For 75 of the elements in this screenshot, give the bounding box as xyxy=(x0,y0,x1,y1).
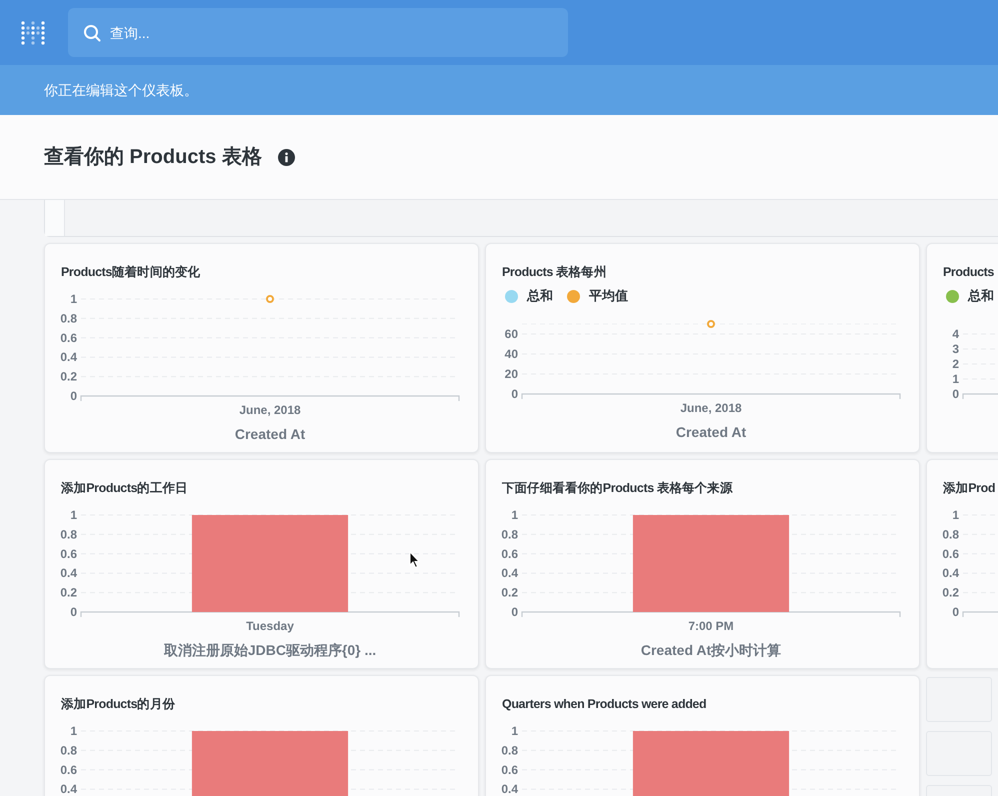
axis-tick-label: 0.2 xyxy=(60,586,77,600)
bar[interactable] xyxy=(192,731,348,796)
bar[interactable] xyxy=(632,515,790,612)
axis-tick-label: 0 xyxy=(952,605,959,619)
axis-tick-label: 0.4 xyxy=(501,782,518,796)
axis-tick-label: 0 xyxy=(70,389,77,403)
axis-tick-label: 0.6 xyxy=(501,546,518,561)
category-label: June, 2018 xyxy=(239,403,301,417)
axis-tick-label: 1 xyxy=(511,724,518,738)
card-title: 下面仔细看看你的Products 表格每个来源 xyxy=(502,481,732,495)
x-axis-title: 取消注册原始JDBC驱动程序{0} ... xyxy=(164,642,376,658)
card-title: Products随着时间的变化 xyxy=(61,265,200,279)
x-axis-title: Created At xyxy=(676,424,746,440)
axis-tick-label: 0.8 xyxy=(60,743,77,758)
x-axis-title: Created At按小时计算 xyxy=(640,642,782,658)
axis-tick-label: 3 xyxy=(952,342,959,356)
axis-tick-label: 0.6 xyxy=(60,330,77,345)
x-axis-line xyxy=(962,393,998,399)
axis-tick-label: 0.4 xyxy=(60,566,77,580)
axis-tick-label: 0.8 xyxy=(60,527,77,542)
editing-notice: 你正在编辑这个仪表板。 xyxy=(44,80,198,100)
axis-tick-label: 1 xyxy=(70,508,77,522)
axis-tick-label: 0.2 xyxy=(60,370,77,384)
axis-tick-label: 0.4 xyxy=(60,350,77,364)
axis-tick-label: 0 xyxy=(70,605,77,619)
axis-tick-label: 1 xyxy=(70,292,77,306)
legend-label: 总和 xyxy=(527,287,553,306)
data-point[interactable] xyxy=(707,320,715,328)
dashboard-title: 查看你的 Products 表格 xyxy=(44,145,262,170)
axis-tick-label: 40 xyxy=(504,347,518,361)
axis-tick-label: 0.6 xyxy=(942,546,959,561)
axis-tick-label: 2 xyxy=(952,357,959,371)
bar[interactable] xyxy=(192,515,348,612)
axis-tick-label: 1 xyxy=(952,372,959,386)
x-axis-title: Created At xyxy=(234,426,306,442)
axis-tick-label: 0 xyxy=(511,605,518,619)
axis-tick-label: 0.4 xyxy=(501,566,518,580)
card-title: Products xyxy=(943,265,994,279)
bar[interactable] xyxy=(632,731,790,796)
axis-tick-label: 0.4 xyxy=(60,782,77,796)
search-icon xyxy=(83,24,101,42)
axis-tick-label: 1 xyxy=(70,724,77,738)
axis-tick-label: 0.8 xyxy=(60,311,77,326)
axis-tick-label: 0.8 xyxy=(501,743,518,758)
data-point[interactable] xyxy=(266,295,274,303)
cursor-icon xyxy=(409,551,421,569)
category-label: 7:00 PM xyxy=(688,619,734,633)
axis-tick-label: 60 xyxy=(504,327,518,341)
card-title: 添加Prod xyxy=(943,481,996,495)
card-title: Products 表格每州 xyxy=(502,265,606,279)
axis-tick-label: 0.6 xyxy=(60,762,77,777)
axis-tick-label: 1 xyxy=(952,508,959,522)
info-icon[interactable] xyxy=(278,148,295,166)
card-title: 添加Products的月份 xyxy=(61,697,175,711)
x-axis-line xyxy=(962,611,998,617)
axis-tick-label: 4 xyxy=(952,327,959,341)
card-title: 添加Products的工作日 xyxy=(61,481,188,495)
axis-tick-label: 20 xyxy=(504,367,518,381)
axis-tick-label: 0 xyxy=(952,387,959,401)
axis-tick-label: 0.8 xyxy=(942,527,959,542)
category-label: June, 2018 xyxy=(680,401,742,415)
search-field[interactable]: 查询... xyxy=(68,8,568,57)
logo-icon[interactable] xyxy=(20,20,46,46)
legend-label: 总和 xyxy=(968,287,994,306)
axis-tick-label: 0.2 xyxy=(942,586,959,600)
legend-label: 平均值 xyxy=(589,287,628,306)
category-label: Tuesday xyxy=(246,619,294,633)
axis-tick-label: 0.6 xyxy=(60,546,77,561)
axis-tick-label: 0.8 xyxy=(501,527,518,542)
axis-tick-label: 1 xyxy=(511,508,518,522)
axis-tick-label: 0.6 xyxy=(501,762,518,777)
axis-tick-label: 0.4 xyxy=(942,566,959,580)
axis-tick-label: 0.2 xyxy=(501,586,518,600)
card-title: Quarters when Products were added xyxy=(502,697,706,711)
axis-tick-label: 0 xyxy=(511,387,518,401)
